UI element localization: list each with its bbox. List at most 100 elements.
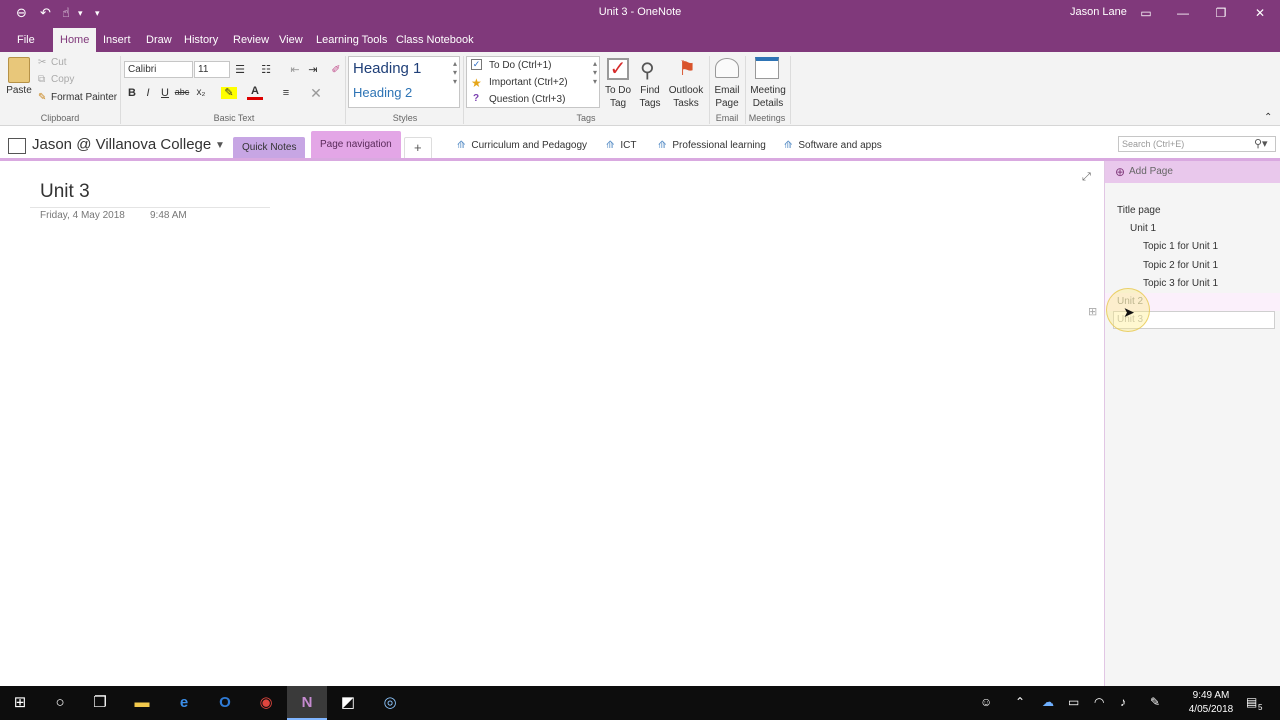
tab-class-notebook[interactable]: Class Notebook [389, 28, 481, 52]
email-icon [715, 58, 739, 78]
ribbon-divider [790, 56, 791, 124]
underline-icon[interactable]: U [157, 87, 173, 99]
section-group-professional[interactable]: ⟰ Professional learning [658, 140, 766, 151]
edge-icon[interactable]: e [164, 686, 204, 720]
styles-gallery[interactable]: Heading 1 Heading 2 ▴ ▾ ▾ [348, 56, 460, 108]
page-item-title-page[interactable]: Title page [1117, 205, 1161, 216]
notebook-icon [8, 138, 26, 154]
font-size-box[interactable]: 11 [194, 61, 230, 78]
battery-icon[interactable]: ▭ [1068, 695, 1079, 709]
tab-draw[interactable]: Draw [139, 28, 179, 52]
tags-gallery[interactable]: ✓ To Do (Ctrl+1) ★ Important (Ctrl+2) ? … [466, 56, 600, 108]
page-item-topic-1[interactable]: Topic 1 for Unit 1 [1143, 241, 1218, 252]
recorder-icon[interactable]: ◎ [370, 686, 410, 720]
checkbox-icon: ✓ [471, 59, 482, 70]
tab-review[interactable]: Review [226, 28, 276, 52]
cut-button[interactable]: Cut [51, 57, 67, 68]
tab-history[interactable]: History [177, 28, 225, 52]
ribbon-tabs: File Home Insert Draw History Review Vie… [0, 28, 1280, 52]
page-item-topic-3[interactable]: Topic 3 for Unit 1 [1143, 278, 1218, 289]
add-page-button[interactable]: ⊕ Add Page [1105, 161, 1280, 183]
outlook-icon[interactable]: O [205, 686, 245, 720]
ribbon-display-options-icon[interactable]: ▭ [1135, 3, 1157, 23]
paste-icon [8, 57, 30, 83]
numbering-icon[interactable]: ☷ [258, 63, 274, 76]
copy-button[interactable]: Copy [51, 74, 74, 85]
people-icon[interactable]: ☺ [980, 695, 992, 709]
bullets-icon[interactable]: ☰ [232, 63, 248, 76]
tag-todo[interactable]: To Do (Ctrl+1) [489, 60, 552, 71]
tab-file[interactable]: File [10, 28, 42, 52]
todo-tag-label: To Do Tag [604, 85, 632, 109]
ribbon-divider [345, 56, 346, 124]
expand-icon[interactable]: ⤢ [1082, 171, 1091, 184]
notebook-bar: Jason @ Villanova College ▼ Quick Notes … [0, 127, 1280, 159]
onedrive-icon[interactable]: ☁ [1042, 695, 1054, 709]
page-canvas[interactable]: Unit 3 Friday, 4 May 2018 9:48 AM ⤢ [0, 161, 1104, 686]
star-icon: ★ [471, 76, 482, 90]
style-heading-2[interactable]: Heading 2 [353, 85, 412, 100]
tag-important[interactable]: Important (Ctrl+2) [489, 77, 568, 88]
strikethrough-icon[interactable]: abc [174, 87, 190, 97]
clear-formatting-icon[interactable]: ✐ [328, 63, 344, 76]
search-input[interactable]: Search (Ctrl+E) [1118, 136, 1276, 152]
close-button[interactable]: ✕ [1249, 3, 1271, 23]
notebook-dropdown-icon[interactable]: ▼ [215, 140, 225, 151]
increase-indent-icon[interactable]: ⇥ [305, 63, 321, 76]
section-group-curriculum[interactable]: ⟰ Curriculum and Pedagogy [457, 140, 587, 151]
tab-home[interactable]: Home [53, 28, 97, 52]
tab-view[interactable]: View [272, 28, 310, 52]
insert-page-icon[interactable]: ⊞ [1088, 305, 1097, 318]
taskbar: ⊞ ○ ❐ ▬ e O ◉ N ◩ ◎ ☺ ⌃ ☁ ▭ ◠ ♪ ✎ 9:49 A… [0, 686, 1280, 720]
section-tab-quick-notes[interactable]: Quick Notes [233, 137, 306, 159]
styles-scroll-icon[interactable]: ▴ ▾ ▾ [453, 59, 457, 86]
section-group-software[interactable]: ⟰ Software and apps [784, 140, 882, 151]
task-view-icon[interactable]: ❐ [80, 686, 120, 720]
minimize-button[interactable]: — [1172, 3, 1194, 23]
page-item-unit-1[interactable]: Unit 1 [1130, 223, 1156, 234]
group-label-basic-text: Basic Text [213, 113, 255, 123]
page-title[interactable]: Unit 3 [40, 181, 90, 203]
decrease-indent-icon[interactable]: ⇤ [287, 63, 303, 76]
tab-insert[interactable]: Insert [96, 28, 138, 52]
maximize-button[interactable]: ❐ [1210, 3, 1232, 23]
onenote-icon[interactable]: N [287, 686, 327, 720]
add-section-button[interactable]: + [404, 137, 432, 159]
section-tab-page-navigation[interactable]: Page navigation [311, 131, 401, 159]
email-page-label: Email Page [714, 85, 740, 109]
clock[interactable]: 9:49 AM 4/05/2018 [1180, 689, 1242, 717]
cortana-icon[interactable]: ○ [40, 686, 80, 720]
format-painter-button[interactable]: Format Painter [51, 92, 117, 103]
pen-icon[interactable]: ✎ [1150, 695, 1160, 709]
tab-learning-tools[interactable]: Learning Tools [309, 28, 394, 52]
file-explorer-icon[interactable]: ▬ [122, 686, 162, 720]
action-center-icon[interactable]: ▤ [1246, 695, 1257, 709]
collapse-ribbon-icon[interactable]: ⌃ [1264, 112, 1272, 123]
windows-start-icon[interactable]: ⊞ [0, 686, 40, 720]
search-icon[interactable]: ⚲▾ [1254, 137, 1268, 150]
chrome-icon[interactable]: ◉ [246, 686, 286, 720]
wifi-icon[interactable]: ◠ [1094, 695, 1104, 709]
notebook-name[interactable]: Jason @ Villanova College [32, 136, 211, 153]
tags-scroll-icon[interactable]: ▴ ▾ ▾ [593, 59, 597, 86]
section-group-label: Curriculum and Pedagogy [471, 140, 588, 151]
subscript-icon[interactable]: x₂ [193, 87, 209, 98]
align-icon[interactable]: ≡ [278, 87, 294, 99]
ribbon-divider [120, 56, 121, 124]
style-heading-1[interactable]: Heading 1 [353, 60, 421, 77]
find-tags-icon: ⚲ [640, 60, 655, 82]
sticky-notes-icon[interactable]: ◩ [328, 686, 368, 720]
page-item-topic-2[interactable]: Topic 2 for Unit 1 [1143, 260, 1218, 271]
bold-icon[interactable]: B [124, 87, 140, 99]
show-hidden-icons-icon[interactable]: ⌃ [1015, 695, 1025, 709]
tag-question[interactable]: Question (Ctrl+3) [489, 94, 565, 105]
italic-icon[interactable]: I [140, 87, 156, 99]
volume-icon[interactable]: ♪ [1120, 695, 1126, 709]
highlight-icon[interactable]: ✎ [221, 87, 237, 99]
font-color-icon[interactable]: A [247, 85, 263, 100]
section-group-ict[interactable]: ⟰ ICT [606, 140, 637, 151]
delete-icon[interactable]: ✕ [308, 85, 324, 102]
section-group-label: ICT [620, 140, 637, 151]
user-name[interactable]: Jason Lane [1070, 6, 1127, 18]
font-name-box[interactable]: Calibri [124, 61, 193, 78]
